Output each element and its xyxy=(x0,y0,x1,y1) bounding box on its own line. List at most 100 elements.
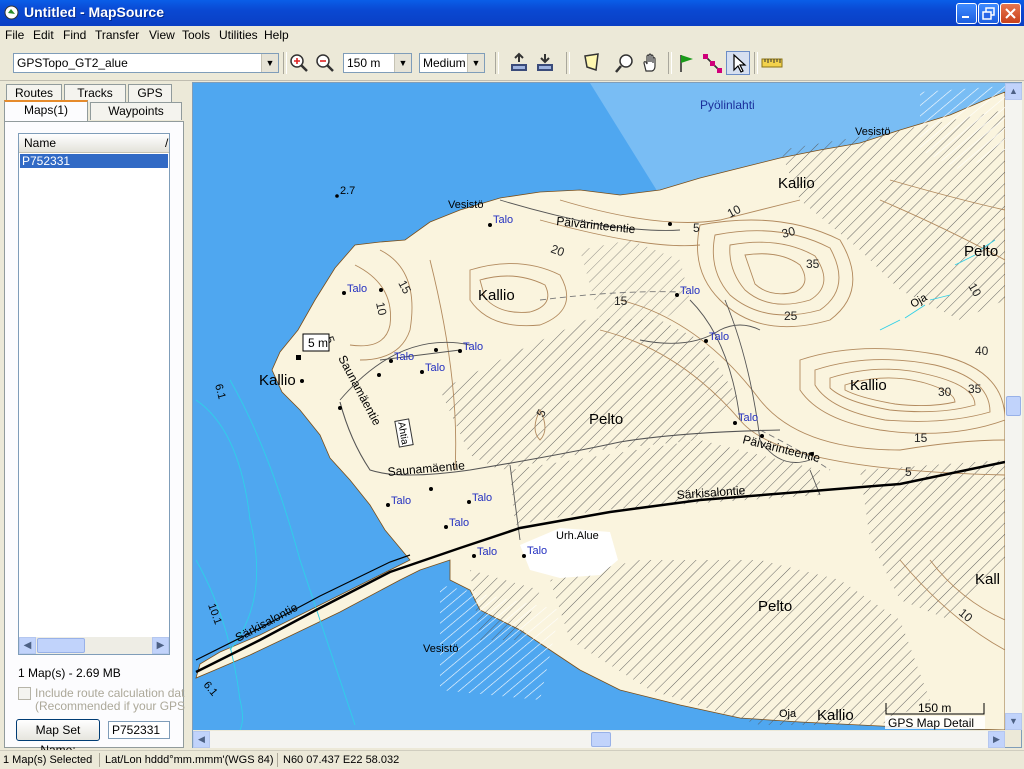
flag-icon xyxy=(680,55,693,72)
elevation-label: 35 xyxy=(968,382,982,396)
map-vertical-scrollbar[interactable]: ▲ ▼ xyxy=(1005,83,1022,730)
minimize-icon xyxy=(962,16,969,18)
label-oja: Oja xyxy=(779,708,797,720)
label-talo: Talo xyxy=(391,495,411,507)
send-to-device-icon xyxy=(537,54,553,71)
label-kallio: Kallio xyxy=(478,287,515,304)
map-select-icon xyxy=(584,53,599,72)
zoom-tool-button[interactable] xyxy=(613,51,637,75)
detail-select[interactable]: Medium ▼ xyxy=(419,53,485,73)
list-item[interactable]: P752331 xyxy=(20,154,168,168)
scroll-thumb[interactable] xyxy=(591,732,611,747)
toolbar-separator xyxy=(668,52,672,74)
scroll-right-icon[interactable]: ▶ xyxy=(152,637,169,654)
select-tool-button[interactable] xyxy=(726,51,750,75)
detail-select-value: Medium xyxy=(423,56,466,70)
map-set-name-field[interactable]: P752331 xyxy=(108,721,170,739)
tab-waypoints[interactable]: Waypoints xyxy=(90,102,182,120)
label-vesisto: Vesistö xyxy=(448,199,483,211)
maximize-button[interactable] xyxy=(978,3,999,24)
label-depth: 2.7 xyxy=(340,185,355,197)
label-pelto: Pelto xyxy=(964,243,998,260)
cursor-arrow-icon xyxy=(733,53,747,73)
menu-edit[interactable]: Edit xyxy=(33,28,54,42)
tab-maps[interactable]: Maps(1) xyxy=(4,100,88,121)
menu-transfer[interactable]: Transfer xyxy=(95,28,139,42)
waypoint-tool-button[interactable] xyxy=(674,51,698,75)
map-horizontal-scrollbar[interactable]: ◀ ▶ xyxy=(193,731,1005,748)
menu-help[interactable]: Help xyxy=(264,28,289,42)
close-button[interactable] xyxy=(1000,3,1021,24)
elevation-label: 15 xyxy=(614,294,628,308)
zoom-out-button[interactable] xyxy=(313,51,337,75)
zoom-in-button[interactable] xyxy=(287,51,311,75)
scroll-up-icon[interactable]: ▲ xyxy=(1005,83,1022,100)
list-horizontal-scrollbar[interactable]: ◀ ▶ xyxy=(19,637,169,654)
elevation-label: 25 xyxy=(784,309,798,323)
label-talo: Talo xyxy=(449,517,469,529)
menu-utilities[interactable]: Utilities xyxy=(219,28,258,42)
label-kallio: Kallio xyxy=(259,372,296,389)
receive-from-device-button[interactable] xyxy=(507,51,531,75)
include-route-checkbox[interactable] xyxy=(18,687,31,700)
status-coordinate-format: Lat/Lon hddd°mm.mmm'(WGS 84) xyxy=(102,753,278,767)
gps-map-detail-label: GPS Map Detail xyxy=(888,716,974,730)
scroll-right-icon[interactable]: ▶ xyxy=(988,731,1005,748)
column-header-flag[interactable]: / xyxy=(165,136,168,150)
chevron-down-icon[interactable]: ▼ xyxy=(394,54,411,72)
tooltip-text: 5 m xyxy=(308,336,328,350)
map-list[interactable]: Name / P752331 ◀ ▶ xyxy=(18,133,170,655)
label-kallio: Kallio xyxy=(850,377,887,394)
pan-tool-button[interactable] xyxy=(639,51,663,75)
label-kallio: Kall xyxy=(975,571,1000,588)
list-header: Name / xyxy=(19,134,169,153)
route-tool-button[interactable] xyxy=(700,51,724,75)
scroll-thumb[interactable] xyxy=(37,638,85,653)
label-talo: Talo xyxy=(347,283,367,295)
label-talo: Talo xyxy=(477,546,497,558)
toolbar-separator xyxy=(495,52,499,74)
hand-icon xyxy=(643,53,656,72)
tab-gps[interactable]: GPS xyxy=(128,84,172,102)
label-vesisto: Vesistö xyxy=(423,643,458,655)
elevation-label: 5 xyxy=(905,465,912,479)
scroll-thumb[interactable] xyxy=(1006,396,1021,416)
toolbar-separator xyxy=(566,52,570,74)
ruler-icon xyxy=(761,58,783,68)
receive-from-device-icon xyxy=(511,52,527,71)
label-urh-alue: Urh.Alue xyxy=(556,530,599,542)
scroll-left-icon[interactable]: ◀ xyxy=(193,731,210,748)
map-tool-button[interactable] xyxy=(580,51,604,75)
restore-icon xyxy=(982,7,995,20)
scale-select-value: 150 m xyxy=(347,56,381,70)
menu-find[interactable]: Find xyxy=(63,28,86,42)
menu-tools[interactable]: Tools xyxy=(182,28,210,42)
measure-tool-button[interactable] xyxy=(760,51,784,75)
elevation-tooltip: 5 m xyxy=(302,333,330,352)
label-talo: Talo xyxy=(463,341,483,353)
map-set-name-button[interactable]: Map Set Name: xyxy=(16,719,100,757)
label-talo: Talo xyxy=(709,331,729,343)
scroll-left-icon[interactable]: ◀ xyxy=(19,637,36,654)
menu-view[interactable]: View xyxy=(149,28,175,42)
scale-select[interactable]: 150 m ▼ xyxy=(343,53,412,73)
send-to-device-button[interactable] xyxy=(533,51,557,75)
minimize-button[interactable] xyxy=(956,3,977,24)
scale-label: 150 m xyxy=(918,701,951,715)
elevation-label: 30 xyxy=(938,385,952,399)
menu-file[interactable]: File xyxy=(5,28,24,42)
column-header-name[interactable]: Name xyxy=(24,136,56,150)
status-position: N60 07.437 E22 58.032 xyxy=(283,754,400,766)
elevation-label: 35 xyxy=(806,257,820,271)
map-view[interactable]: Ahtia Pyölinlahti Vesistö Vesistö Vesist… xyxy=(193,83,1005,730)
label-talo: Talo xyxy=(425,362,445,374)
chevron-down-icon[interactable]: ▼ xyxy=(261,54,278,72)
label-pyolinlahti: Pyölinlahti xyxy=(700,98,755,112)
product-select[interactable]: GPSTopo_GT2_alue ▼ xyxy=(13,53,279,73)
scroll-down-icon[interactable]: ▼ xyxy=(1005,713,1022,730)
zoom-in-icon xyxy=(290,54,308,72)
label-pelto: Pelto xyxy=(758,598,792,615)
chevron-down-icon[interactable]: ▼ xyxy=(467,54,484,72)
window-title: Untitled - MapSource xyxy=(24,4,165,20)
cursor-point xyxy=(296,355,301,360)
